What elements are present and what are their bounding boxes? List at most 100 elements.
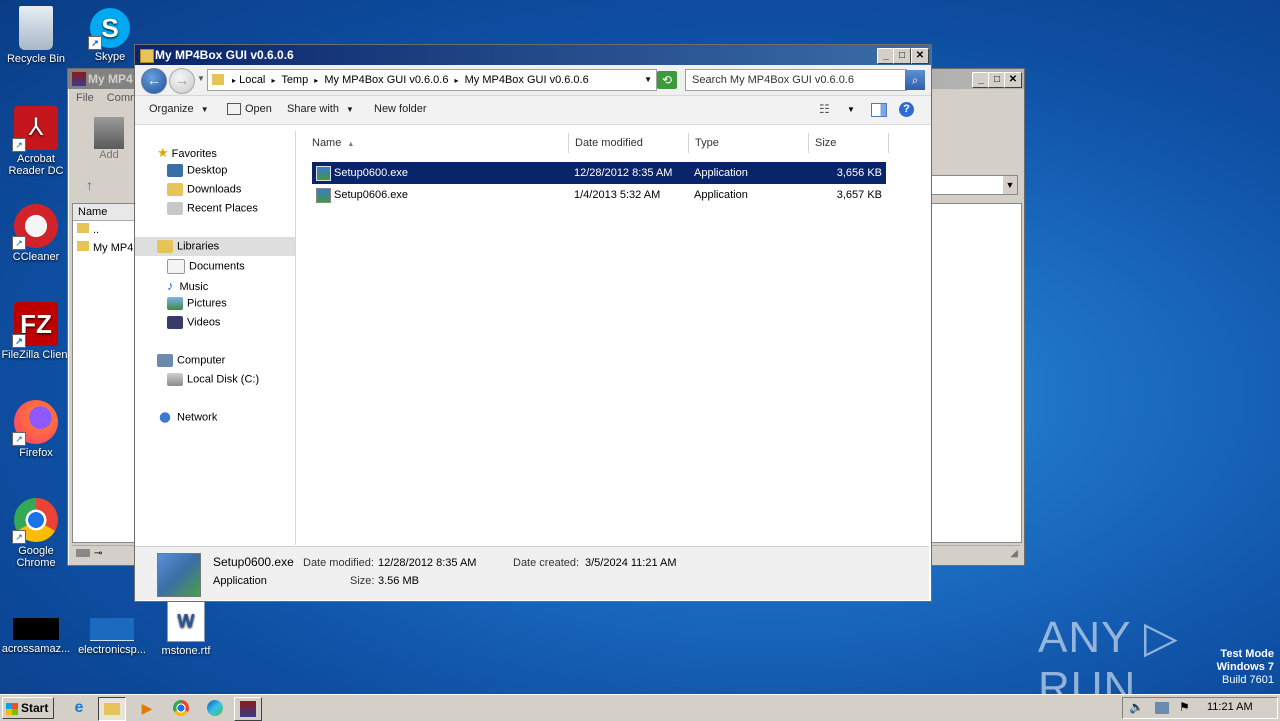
explorer-taskbar-icon[interactable]: [98, 697, 126, 721]
up-arrow-icon[interactable]: ↑: [86, 177, 93, 193]
open-button[interactable]: Open: [227, 103, 272, 116]
refresh-button[interactable]: ⟲: [657, 71, 677, 89]
file-date: 12/28/2012 8:35 AM: [574, 167, 673, 179]
start-label: Start: [21, 701, 49, 715]
help-icon[interactable]: ?: [899, 102, 914, 117]
recent-places-icon: [167, 202, 183, 215]
nav-downloads[interactable]: Downloads: [167, 183, 241, 196]
forward-button[interactable]: →: [169, 68, 195, 94]
desktop-icon-recycle-bin[interactable]: Recycle Bin: [0, 6, 72, 65]
details-date-created-label: Date created:: [513, 557, 580, 569]
nav-desktop[interactable]: Desktop: [167, 164, 227, 177]
column-header-type[interactable]: Type: [689, 133, 809, 153]
resize-grip-icon[interactable]: ◢: [1010, 548, 1018, 559]
winrar-icon: [72, 72, 86, 86]
drive-icon: [76, 549, 90, 557]
flag-icon[interactable]: ⚑: [1179, 700, 1190, 714]
winrar-taskbar-icon[interactable]: [234, 697, 262, 721]
nav-recent-places[interactable]: Recent Places: [167, 202, 258, 215]
ie-icon[interactable]: e: [66, 697, 92, 719]
drive-icon: [167, 373, 183, 386]
breadcrumb-separator-icon[interactable]: ▸: [314, 76, 318, 85]
volume-icon[interactable]: 🔈: [1129, 700, 1144, 714]
desktop-icon-mstone[interactable]: W mstone.rtf: [150, 600, 222, 657]
nav-label: Computer: [177, 354, 226, 367]
breadcrumb-local[interactable]: Local: [239, 74, 265, 86]
column-header-name[interactable]: Name: [73, 204, 138, 221]
organize-button[interactable]: Organize ▼: [149, 103, 209, 115]
desktop-icon-filezilla[interactable]: FZ ↗ FileZilla Client: [0, 302, 72, 361]
details-date-modified-label: Date modified:: [303, 557, 374, 569]
breadcrumb-separator-icon[interactable]: ▸: [455, 76, 459, 85]
explorer-titlebar[interactable]: My MP4Box GUI v0.6.0.6 _ □ ✕: [135, 45, 931, 65]
back-button[interactable]: ←: [141, 68, 167, 94]
media-player-icon[interactable]: ▶: [134, 697, 160, 719]
nav-computer[interactable]: Computer: [157, 354, 225, 367]
chrome-taskbar-icon[interactable]: [168, 697, 194, 719]
file-row[interactable]: Setup0606.exe 1/4/2013 5:32 AM Applicati…: [312, 184, 886, 206]
search-icon[interactable]: ⌕: [905, 70, 925, 90]
chevron-down-icon[interactable]: ▼: [1003, 176, 1017, 194]
breadcrumb-separator-icon[interactable]: ▸: [271, 76, 275, 85]
background-path-box[interactable]: ▼: [930, 175, 1018, 195]
breadcrumb-parent[interactable]: My MP4Box GUI v0.6.0.6: [324, 74, 448, 86]
edge-glyph-icon: [207, 700, 223, 717]
explorer-window[interactable]: My MP4Box GUI v0.6.0.6 _ □ ✕ ← → ▼ ▸ Loc…: [134, 44, 932, 602]
nav-label: Libraries: [177, 240, 220, 253]
desktop-icon-firefox[interactable]: ↗ Firefox: [0, 400, 72, 459]
close-button[interactable]: ✕: [911, 48, 929, 64]
column-header-size[interactable]: Size: [809, 133, 889, 153]
address-bar[interactable]: ▸ Local ▸ Temp ▸ My MP4Box GUI v0.6.0.6 …: [207, 69, 657, 91]
nav-pictures[interactable]: Pictures: [167, 297, 227, 310]
desktop-icon-chrome[interactable]: ↗ Google Chrome: [0, 498, 72, 569]
nav-documents[interactable]: Documents: [167, 259, 245, 274]
file-row[interactable]: Setup0600.exe 12/28/2012 8:35 AM Applica…: [312, 162, 886, 184]
chevron-down-icon[interactable]: ▼: [847, 105, 855, 114]
desktop-icon-label: electronicsp...: [78, 644, 146, 656]
test-mode-text: Test Mode Windows 7 Build 7601: [1217, 648, 1274, 687]
nav-network[interactable]: Network: [157, 411, 217, 424]
list-item-label: ..: [93, 224, 100, 236]
background-window-title: My MP4: [88, 72, 133, 86]
column-header-date[interactable]: Date modified: [569, 133, 689, 153]
downloads-icon: [167, 183, 183, 196]
preview-pane-icon[interactable]: [871, 103, 887, 117]
nav-favorites[interactable]: ★ Favorites: [157, 145, 217, 161]
breadcrumb-temp[interactable]: Temp: [281, 74, 308, 86]
nav-videos[interactable]: Videos: [167, 316, 220, 329]
nav-label: Network: [177, 411, 218, 424]
breadcrumb-separator-icon[interactable]: ▸: [232, 76, 236, 85]
desktop-icon-label: CCleaner: [12, 251, 60, 263]
file-thumbnail-icon: [13, 618, 59, 640]
view-options-icon[interactable]: ☷: [819, 102, 830, 116]
desktop-icon-label: Google Chrome: [16, 545, 56, 569]
desktop-icon-label: Firefox: [19, 447, 53, 459]
maximize-button[interactable]: □: [893, 48, 911, 64]
menu-file[interactable]: File: [76, 92, 94, 104]
breadcrumb-current[interactable]: My MP4Box GUI v0.6.0.6: [465, 74, 589, 86]
nav-local-disk[interactable]: Local Disk (C:): [167, 373, 259, 386]
breadcrumb: ▸ Local ▸ Temp ▸ My MP4Box GUI v0.6.0.6 …: [232, 70, 589, 91]
file-name: Setup0600.exe: [334, 167, 409, 179]
desktop-icon-acrobat[interactable]: ⅄ ↗ Acrobat Reader DC: [0, 106, 72, 177]
recent-pages-chevron-icon[interactable]: ▼: [197, 74, 205, 83]
nav-music[interactable]: ♪ Music: [167, 278, 208, 293]
share-with-button[interactable]: Share with ▼: [287, 103, 354, 115]
start-button[interactable]: Start: [2, 697, 54, 719]
desktop-icon-ccleaner[interactable]: ↗ CCleaner: [0, 204, 72, 263]
new-folder-button[interactable]: New folder: [374, 103, 427, 115]
desktop-icon-electronicsp[interactable]: electronicsp...: [76, 618, 148, 656]
organize-label: Organize: [149, 103, 194, 115]
close-button[interactable]: ✕: [1004, 72, 1022, 88]
column-header-name[interactable]: Name ▲: [306, 133, 569, 153]
edge-icon[interactable]: [202, 697, 228, 719]
search-input[interactable]: Search My MP4Box GUI v0.6.0.6: [685, 69, 907, 91]
nav-label: Favorites: [171, 148, 217, 160]
network-tray-icon[interactable]: [1155, 702, 1169, 714]
add-toolbar-button[interactable]: Add: [90, 117, 128, 161]
desktop-icon-acrossamaz[interactable]: acrossamaz...: [0, 618, 72, 655]
clock[interactable]: 11:21 AM: [1207, 701, 1253, 713]
address-dropdown-icon[interactable]: ▼: [644, 70, 652, 90]
nav-libraries[interactable]: Libraries: [157, 240, 219, 253]
recycle-bin-icon: [19, 6, 53, 50]
